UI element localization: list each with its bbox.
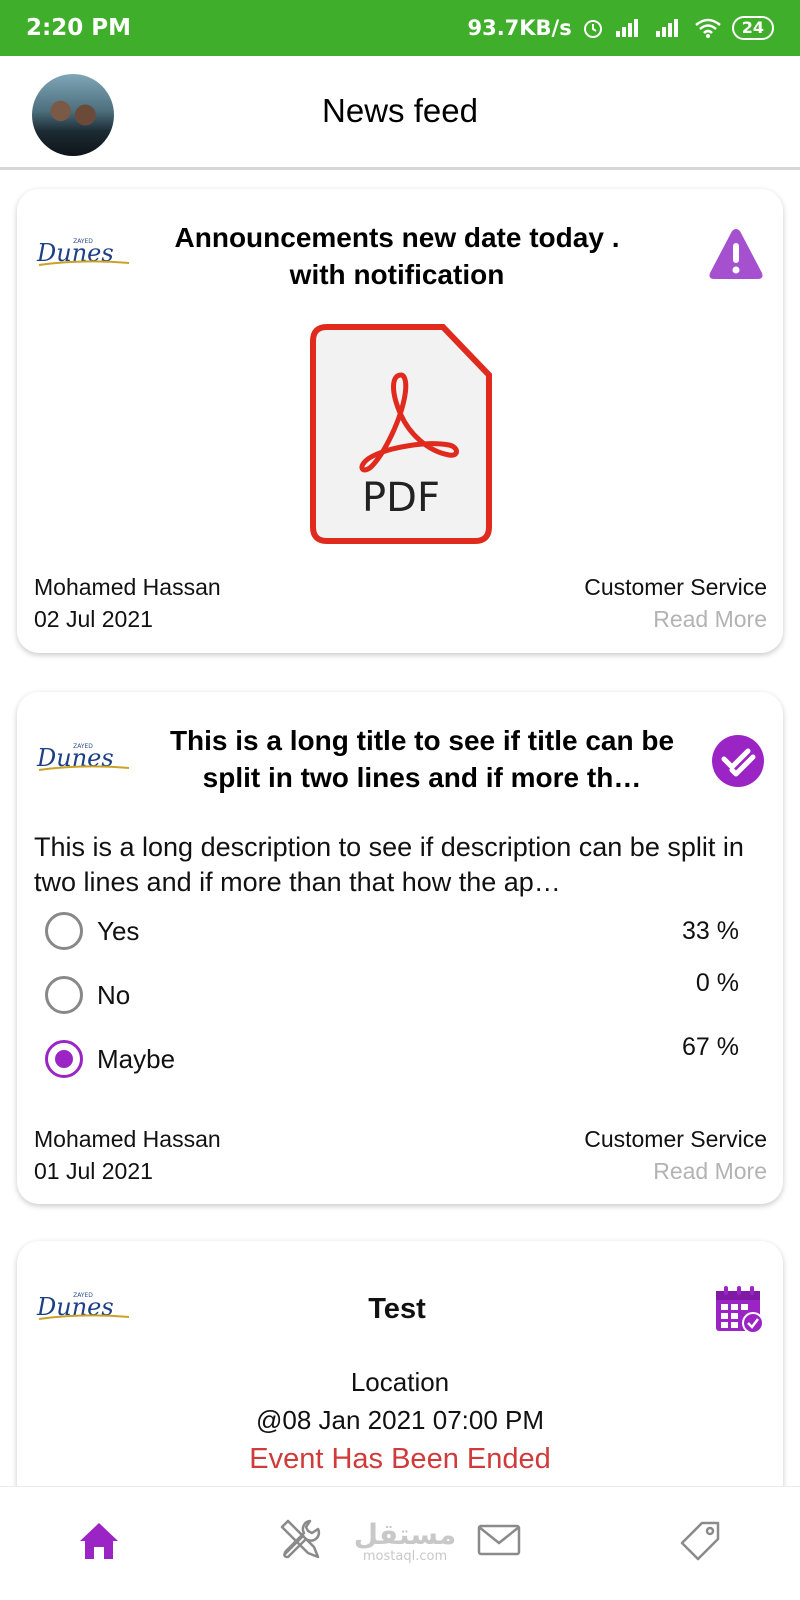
svg-text:Dunes: Dunes — [36, 744, 114, 772]
company-logo: ZAYED Dunes — [36, 1292, 130, 1321]
post-date: 01 Jul 2021 — [34, 1158, 153, 1184]
signal-icon — [615, 19, 638, 37]
watermark: مستقل mostaql.com — [350, 1518, 460, 1565]
poll-option-percent: 67 % — [682, 1033, 739, 1061]
poll-option-label: No — [97, 979, 131, 1010]
tools-icon[interactable] — [274, 1515, 324, 1565]
radio-button[interactable] — [45, 976, 83, 1014]
poll-option[interactable]: Maybe 67 % — [45, 1033, 745, 1079]
post-author: Mohamed Hassan — [34, 574, 221, 600]
poll-option-label: Yes — [97, 915, 140, 946]
pdf-label: PDF — [362, 475, 440, 521]
status-right: 93.7KB/s 24 — [467, 16, 774, 40]
poll-option-label: Maybe — [97, 1043, 176, 1074]
warning-icon — [709, 229, 763, 279]
event-status: Event Has Been Ended — [249, 1443, 551, 1475]
poll-option[interactable]: No 0 % — [45, 969, 745, 1015]
poll-option-percent: 0 % — [695, 969, 739, 997]
wifi-icon — [694, 18, 721, 38]
mail-icon[interactable] — [474, 1515, 524, 1565]
watermark-arabic: مستقل — [353, 1518, 457, 1551]
page-title: News feed — [322, 92, 478, 129]
poll-card[interactable]: ZAYED Dunes This is a long title to see … — [17, 692, 783, 1204]
signal-icon-2 — [655, 19, 678, 37]
read-more-link[interactable]: Read More — [653, 1158, 767, 1185]
network-speed: 93.7KB/s — [467, 16, 572, 40]
poll-check-icon — [712, 735, 764, 787]
post-department: Customer Service — [584, 574, 767, 600]
status-time: 2:20 PM — [26, 15, 131, 41]
poll-option[interactable]: Yes 33 % — [45, 911, 745, 951]
radio-button[interactable] — [45, 912, 83, 950]
tag-icon[interactable] — [674, 1515, 724, 1565]
calendar-check-icon — [716, 1286, 764, 1334]
poll-option-percent: 33 % — [682, 916, 739, 945]
read-more-link[interactable]: Read More — [653, 606, 767, 633]
news-feed[interactable]: ZAYED Dunes Announcements new date today… — [0, 173, 800, 1486]
status-bar: 2:20 PM 93.7KB/s 24 — [0, 0, 800, 56]
post-department: Customer Service — [584, 1126, 767, 1152]
company-logo: ZAYED Dunes — [36, 743, 130, 772]
watermark-latin: mostaql.com — [362, 1549, 448, 1564]
radio-button-selected[interactable] — [45, 1040, 83, 1078]
event-card[interactable]: ZAYED Dunes Test Location @08 Jan 2021 0… — [17, 1241, 783, 1486]
post-title: This is a long title to see if title can… — [169, 725, 675, 793]
post-title: Announcements new date today . with noti… — [174, 222, 620, 290]
home-icon[interactable] — [74, 1515, 124, 1565]
bottom-navigation: مستقل mostaql.com — [0, 1486, 800, 1600]
post-author: Mohamed Hassan — [34, 1126, 221, 1152]
post-date: 02 Jul 2021 — [34, 606, 153, 632]
alarm-icon — [583, 20, 602, 38]
svg-text:Dunes: Dunes — [36, 239, 114, 267]
post-description: This is a long description to see if des… — [34, 832, 744, 897]
company-logo: ZAYED Dunes — [36, 238, 130, 267]
announcement-card[interactable]: ZAYED Dunes Announcements new date today… — [17, 189, 783, 653]
battery-indicator: 24 — [731, 16, 774, 40]
event-title: Test — [368, 1293, 426, 1325]
event-location: Location — [350, 1367, 450, 1397]
app-header: News feed — [0, 56, 800, 170]
event-datetime: @08 Jan 2021 07:00 PM — [255, 1405, 545, 1435]
svg-text:Dunes: Dunes — [36, 1293, 114, 1321]
